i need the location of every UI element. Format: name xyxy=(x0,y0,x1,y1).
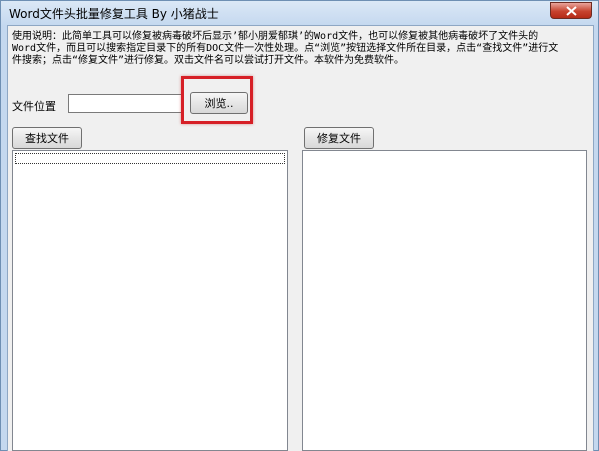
repaired-files-list[interactable] xyxy=(302,150,587,451)
repair-files-button[interactable]: 修复文件 xyxy=(304,127,374,149)
file-location-input[interactable] xyxy=(68,94,184,113)
list-focus-row xyxy=(15,153,285,164)
file-location-label: 文件位置 xyxy=(12,100,56,113)
instructions-text: 使用说明：此简单工具可以修复被病毒破坏后显示’郁小朋爱郁琪’的Word文件，也可… xyxy=(12,31,559,66)
find-files-button[interactable]: 查找文件 xyxy=(12,127,82,149)
found-files-list[interactable] xyxy=(12,150,288,451)
app-window: Word文件头批量修复工具 By 小猪战士 使用说明：此简单工具可以修复被病毒破… xyxy=(0,0,599,451)
close-icon xyxy=(566,6,577,16)
close-button[interactable] xyxy=(550,2,592,19)
browse-button[interactable]: 浏览.. xyxy=(190,92,248,114)
client-area: 使用说明：此简单工具可以修复被病毒破坏后显示’郁小朋爱郁琪’的Word文件，也可… xyxy=(7,25,594,451)
title-bar[interactable]: Word文件头批量修复工具 By 小猪战士 xyxy=(1,1,598,25)
window-title: Word文件头批量修复工具 By 小猪战士 xyxy=(9,7,219,21)
